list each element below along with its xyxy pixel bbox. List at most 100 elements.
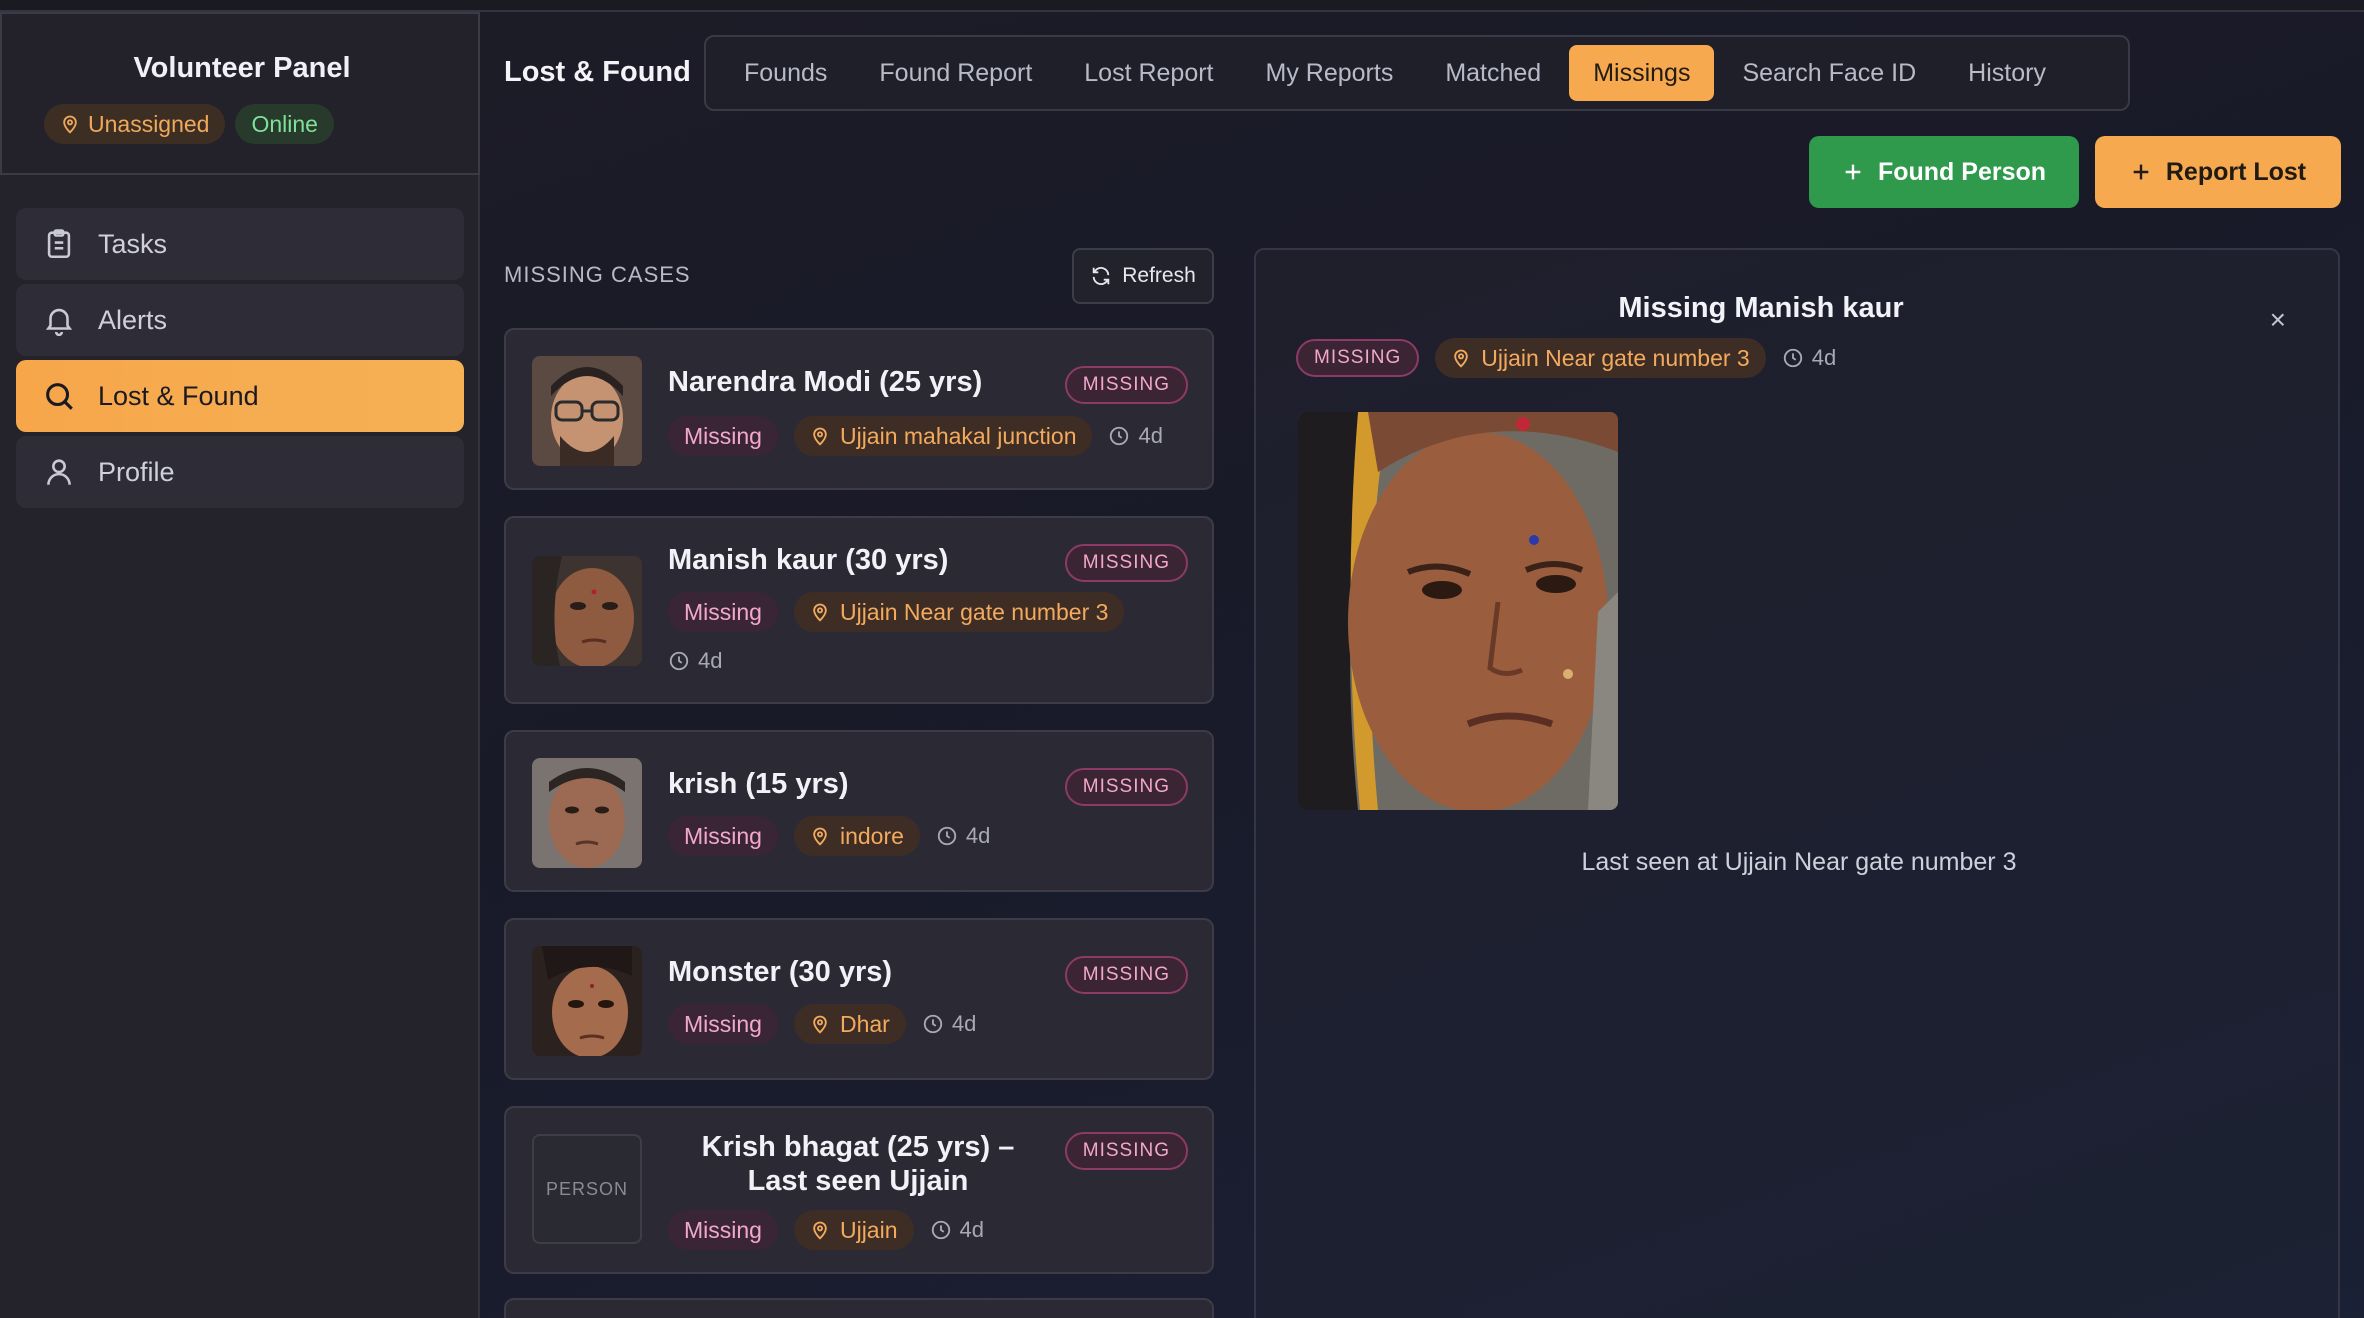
online-status-label: Online (251, 110, 318, 137)
search-icon (46, 383, 73, 410)
case-time: 4d (936, 823, 990, 849)
case-time: 4d (668, 648, 722, 674)
status-badge: MISSING (1064, 1132, 1188, 1170)
tab-missings[interactable]: Missings (1569, 45, 1715, 101)
tab-founds[interactable]: Founds (720, 45, 851, 101)
clock-icon (669, 651, 689, 671)
refresh-button[interactable]: Refresh (1072, 248, 1214, 304)
list-item[interactable]: Monster (30 yrs) MISSING Missing Dhar 4d (504, 918, 1214, 1080)
last-seen-text: Last seen at Ujjain Near gate number 3 (1581, 848, 2017, 876)
sidebar-item-label: Profile (98, 456, 175, 487)
case-time-label: 4d (965, 823, 991, 848)
sidebar-nav: Tasks Alerts Lost & Found Profile (16, 208, 464, 512)
detail-title: Missing Manish kaur (1618, 292, 1904, 324)
report-lost-label: Report Lost (2165, 157, 2307, 186)
case-location: Dhar (839, 1010, 890, 1037)
list-item[interactable] (504, 1298, 1214, 1318)
detail-meta: MISSING Ujjain Near gate number 3 4d (1296, 338, 1836, 378)
detail-time: 4d (1782, 345, 1836, 371)
case-name: Krish bhagat (25 yrs) – Last seen Ujjain (701, 1131, 1015, 1197)
list-item[interactable]: Narendra Modi (25 yrs) MISSING Missing U… (504, 328, 1214, 490)
assignment-label: Unassigned (88, 110, 210, 137)
location-pin-icon (813, 827, 827, 846)
case-meta-time: 4d (668, 648, 722, 674)
case-name: Narendra Modi (25 yrs) (668, 366, 983, 398)
sidebar-item-label: Tasks (98, 228, 168, 259)
sidebar-item-alerts[interactable]: Alerts (16, 284, 464, 356)
clock-icon (1783, 348, 1802, 368)
case-status-pill: Missing (668, 592, 778, 632)
case-name: Manish kaur (30 yrs) (668, 544, 949, 576)
list-item[interactable]: krish (15 yrs) MISSING Missing indore 4d (504, 730, 1214, 892)
clock-icon (937, 826, 957, 846)
case-location-pill: Ujjain Near gate number 3 (793, 592, 1125, 632)
status-badge: MISSING (1064, 366, 1188, 404)
detail-status-badge: MISSING (1296, 339, 1420, 377)
panel-title: Volunteer Panel (133, 52, 351, 84)
status-badge: MISSING (1064, 544, 1188, 582)
case-detail-panel: Missing Manish kaur × MISSING Ujjain Nea… (1254, 248, 2340, 1318)
case-detail-photo (1298, 412, 1618, 810)
case-time-label: 4d (1138, 423, 1163, 448)
sidebar-item-lost-and-found[interactable]: Lost & Found (16, 360, 464, 432)
case-meta: Missing Ujjain 4d (668, 1210, 984, 1250)
clipboard-icon (47, 229, 71, 259)
sidebar-item-label: Lost & Found (98, 380, 259, 411)
case-name: Monster (30 yrs) (668, 956, 893, 988)
status-badge: MISSING (1064, 768, 1188, 806)
case-location-pill: Ujjain (793, 1210, 914, 1250)
bell-icon (45, 308, 73, 337)
case-location-pill: indore (793, 816, 920, 856)
tab-found-report[interactable]: Found Report (855, 45, 1056, 101)
case-meta: Missing Ujjain mahakal junction 4d (668, 416, 1163, 456)
tab-matched[interactable]: Matched (1421, 45, 1565, 101)
case-photo (532, 758, 642, 868)
case-time-label: 4d (959, 1217, 984, 1242)
case-status-pill: Missing (668, 1210, 778, 1250)
tab-search-face-id[interactable]: Search Face ID (1718, 45, 1940, 101)
location-pin-icon (1454, 349, 1468, 368)
case-location-pill: Dhar (793, 1004, 906, 1044)
list-item[interactable]: Manish kaur (30 yrs) MISSING Missing Ujj… (504, 516, 1214, 704)
tab-my-reports[interactable]: My Reports (1242, 45, 1418, 101)
report-lost-button[interactable]: Report Lost (2095, 136, 2341, 208)
tab-lost-report[interactable]: Lost Report (1060, 45, 1237, 101)
clock-icon (931, 1220, 950, 1240)
found-person-button[interactable]: Found Person (1809, 136, 2079, 208)
sidebar-item-label: Alerts (98, 304, 168, 335)
refresh-icon (1092, 267, 1110, 285)
assignment-badge: Unassigned (44, 104, 226, 144)
case-time: 4d (1108, 423, 1163, 449)
close-icon[interactable]: × (2270, 304, 2286, 336)
missing-cases-heading: MISSING CASES (504, 262, 691, 287)
sidebar-item-profile[interactable]: Profile (16, 436, 464, 508)
detail-time-label: 4d (1811, 345, 1837, 370)
case-time: 4d (930, 1217, 984, 1243)
case-status-pill: Missing (668, 416, 778, 456)
sidebar-item-tasks[interactable]: Tasks (16, 208, 464, 280)
case-meta: Missing Ujjain Near gate number 3 (668, 592, 1125, 632)
case-status-pill: Missing (668, 816, 778, 856)
case-photo-placeholder: PERSON (532, 1134, 642, 1244)
found-person-label: Found Person (1877, 157, 2047, 186)
case-photo (532, 356, 642, 466)
clock-icon (1110, 426, 1129, 446)
clock-icon (923, 1014, 942, 1034)
case-location: Ujjain mahakal junction (839, 422, 1077, 449)
list-item[interactable]: PERSON Krish bhagat (25 yrs) – Last seen… (504, 1106, 1214, 1274)
tab-bar: Founds Found Report Lost Report My Repor… (704, 35, 2130, 111)
case-time-label: 4d (698, 648, 723, 673)
user-icon (47, 459, 71, 485)
detail-location-pill: Ujjain Near gate number 3 (1435, 338, 1766, 378)
case-meta: Missing indore 4d (668, 816, 990, 856)
sidebar: Volunteer Panel Unassigned Online Tasks … (0, 12, 480, 1318)
status-badge: MISSING (1064, 956, 1188, 994)
case-photo (532, 946, 642, 1056)
panel-badges: Unassigned Online (44, 104, 334, 144)
detail-location: Ujjain Near gate number 3 (1481, 344, 1750, 371)
panel-header: Volunteer Panel Unassigned Online (0, 12, 480, 175)
refresh-label: Refresh (1122, 264, 1196, 287)
tab-history[interactable]: History (1944, 45, 2070, 101)
case-location-pill: Ujjain mahakal junction (793, 416, 1093, 456)
location-pin-icon (813, 427, 827, 446)
